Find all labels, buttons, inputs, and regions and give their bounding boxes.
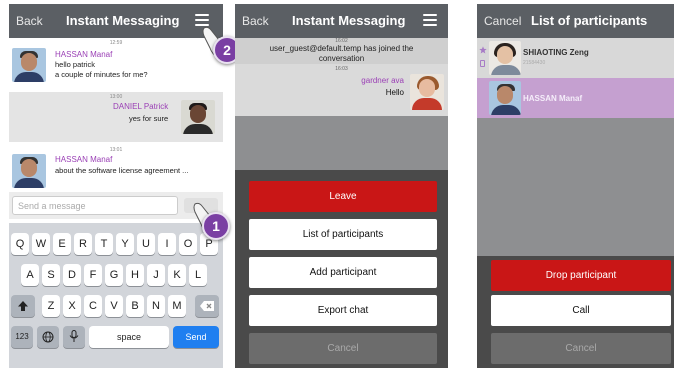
shift-key[interactable] bbox=[11, 295, 35, 317]
avatar bbox=[410, 74, 444, 110]
back-button[interactable]: Back bbox=[242, 14, 269, 28]
key[interactable]: A bbox=[21, 264, 39, 286]
microphone-key[interactable] bbox=[63, 326, 85, 348]
navigation-bar: Back Instant Messaging bbox=[235, 4, 448, 38]
action-sheet: Drop participant Call Cancel bbox=[477, 256, 674, 368]
cancel-button[interactable]: Cancel bbox=[249, 333, 437, 364]
key[interactable]: F bbox=[84, 264, 102, 286]
participants-screen: Cancel List of participants SHIAOTING Ze… bbox=[477, 4, 674, 368]
participant-list: SHIAOTING Zeng 21584430 HASSAN Manaf bbox=[477, 38, 674, 118]
navigation-bar: Cancel List of participants bbox=[477, 4, 674, 38]
key[interactable]: I bbox=[158, 233, 176, 255]
message-time: 12:59 bbox=[109, 40, 123, 46]
export-chat-button[interactable]: Export chat bbox=[249, 295, 437, 326]
step-callout: 1 bbox=[202, 212, 230, 240]
key[interactable]: H bbox=[126, 264, 144, 286]
overlay bbox=[477, 118, 674, 256]
participant-name: SHIAOTING Zeng bbox=[523, 48, 589, 57]
avatar bbox=[489, 41, 521, 75]
message-text: yes for sure bbox=[129, 114, 169, 123]
system-message: 16:02 user_guest@default.temp has joined… bbox=[235, 38, 448, 64]
system-text-line: conversation bbox=[318, 54, 365, 63]
chat-menu-screen: Back Instant Messaging 16:02 user_guest@… bbox=[235, 4, 448, 368]
chat-screen: Back Instant Messaging 12:59 HASSAN Mana… bbox=[9, 4, 223, 368]
avatar bbox=[12, 48, 46, 82]
keyboard: Q W E R T Y U I O P A S D F G H J K L Z … bbox=[9, 223, 223, 368]
message-item: 16:03 gardner ava Hello bbox=[235, 64, 448, 116]
key[interactable]: Z bbox=[42, 295, 60, 317]
key[interactable]: J bbox=[147, 264, 165, 286]
message-item: 13:01 HASSAN Manaf about the software li… bbox=[9, 146, 223, 190]
key[interactable]: N bbox=[147, 295, 165, 317]
key[interactable]: C bbox=[84, 295, 102, 317]
numbers-key[interactable]: 123 bbox=[11, 326, 33, 348]
key[interactable]: K bbox=[168, 264, 186, 286]
delete-key[interactable] bbox=[195, 295, 219, 317]
leave-button[interactable]: Leave bbox=[249, 181, 437, 212]
back-button[interactable]: Back bbox=[16, 14, 43, 28]
microphone-icon bbox=[69, 330, 79, 342]
system-text-line: user_guest@default.temp has joined the bbox=[269, 44, 414, 53]
message-time: 16:03 bbox=[335, 66, 348, 72]
key[interactable]: L bbox=[189, 264, 207, 286]
call-button[interactable]: Call bbox=[491, 295, 671, 326]
key[interactable]: U bbox=[137, 233, 155, 255]
message-time: 13:01 bbox=[109, 147, 123, 153]
avatar bbox=[489, 81, 521, 115]
phone-icon bbox=[480, 60, 485, 67]
delete-icon bbox=[200, 301, 214, 311]
message-item: 12:59 HASSAN Manaf hello patrick a coupl… bbox=[9, 38, 223, 86]
key[interactable]: T bbox=[95, 233, 113, 255]
message-text: a couple of minutes for me? bbox=[55, 70, 148, 79]
add-participant-button[interactable]: Add participant bbox=[249, 257, 437, 288]
participant-number: 21584430 bbox=[523, 60, 546, 66]
key[interactable]: M bbox=[168, 295, 186, 317]
action-sheet: Leave List of participants Add participa… bbox=[235, 170, 448, 368]
sender-name: HASSAN Manaf bbox=[55, 50, 113, 59]
message-text: Hello bbox=[385, 88, 404, 97]
shift-icon bbox=[18, 301, 28, 311]
cancel-nav-button[interactable]: Cancel bbox=[484, 14, 521, 28]
send-button[interactable]: Send bbox=[173, 326, 219, 348]
message-text: hello patrick bbox=[55, 60, 96, 69]
space-key[interactable]: space bbox=[89, 326, 169, 348]
key[interactable]: V bbox=[105, 295, 123, 317]
key[interactable]: X bbox=[63, 295, 81, 317]
key[interactable]: Q bbox=[11, 233, 29, 255]
globe-key[interactable] bbox=[37, 326, 59, 348]
key[interactable]: E bbox=[53, 233, 71, 255]
drop-participant-button[interactable]: Drop participant bbox=[491, 260, 671, 291]
navigation-bar: Back Instant Messaging bbox=[9, 4, 223, 38]
participant-row-selected[interactable]: HASSAN Manaf bbox=[477, 78, 674, 118]
sender-name: gardner ava bbox=[361, 76, 404, 85]
page-title: List of participants bbox=[531, 13, 648, 28]
cancel-button[interactable]: Cancel bbox=[491, 333, 671, 364]
key[interactable]: O bbox=[179, 233, 197, 255]
list-participants-button[interactable]: List of participants bbox=[249, 219, 437, 250]
key[interactable]: R bbox=[74, 233, 92, 255]
message-list: 12:59 HASSAN Manaf hello patrick a coupl… bbox=[9, 38, 223, 190]
key[interactable]: G bbox=[105, 264, 123, 286]
key[interactable]: Y bbox=[116, 233, 134, 255]
message-item: 13:00 DANIEL Patrick yes for sure bbox=[9, 92, 223, 142]
key[interactable]: D bbox=[63, 264, 81, 286]
message-input[interactable]: Send a message bbox=[12, 196, 178, 215]
sender-name: DANIEL Patrick bbox=[113, 102, 169, 111]
globe-icon bbox=[42, 331, 54, 343]
page-title: Instant Messaging bbox=[292, 13, 406, 28]
sender-name: HASSAN Manaf bbox=[55, 155, 113, 164]
menu-icon[interactable] bbox=[423, 14, 437, 26]
participant-row[interactable]: SHIAOTING Zeng 21584430 bbox=[477, 38, 674, 78]
key[interactable]: S bbox=[42, 264, 60, 286]
key[interactable]: W bbox=[32, 233, 50, 255]
message-text: about the software license agreement ... bbox=[55, 166, 189, 175]
participant-name: HASSAN Manaf bbox=[523, 94, 583, 103]
avatar bbox=[12, 154, 46, 188]
page-title: Instant Messaging bbox=[66, 13, 180, 28]
star-icon bbox=[479, 46, 487, 54]
avatar bbox=[181, 100, 215, 134]
key[interactable]: B bbox=[126, 295, 144, 317]
